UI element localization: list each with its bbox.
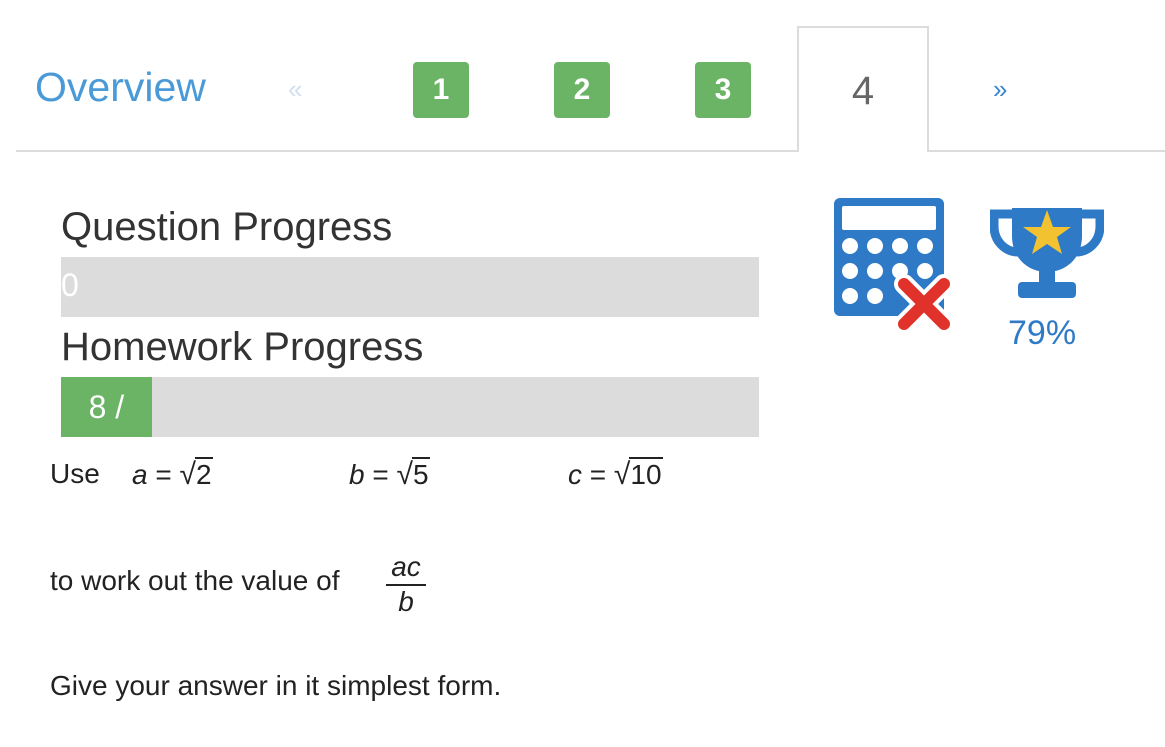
score-percentage: 79% — [1008, 314, 1077, 352]
fraction-ac-over-b: ac b — [386, 551, 426, 618]
variable-a: a — [132, 459, 148, 490]
previous-page-button[interactable]: « — [288, 74, 302, 105]
question-instruction: Give your answer in it simplest form. — [50, 670, 502, 701]
equals-a: = — [147, 459, 180, 490]
use-label: Use — [50, 458, 100, 489]
calculator-not-allowed-icon — [834, 198, 954, 334]
question-progress-label: Question Progress — [61, 205, 393, 249]
variable-b: b — [349, 459, 365, 490]
question-1-button[interactable]: 1 — [413, 62, 469, 118]
question-progress-value: 0 — [61, 267, 79, 303]
definition-a: a = √2 — [132, 457, 213, 492]
definition-c: c = √10 — [568, 457, 663, 492]
sqrt-symbol-icon: √ — [613, 458, 631, 491]
fraction-denominator: b — [398, 586, 414, 617]
trophy-icon — [990, 208, 1104, 298]
sqrt-symbol-icon: √ — [396, 458, 413, 491]
radicand-a: 2 — [194, 457, 213, 490]
overview-link[interactable]: Overview — [35, 64, 206, 111]
definition-b: b = √5 — [349, 457, 430, 492]
homework-progress-fill: 8 / — [61, 377, 152, 437]
tab-bar-divider — [16, 150, 1165, 152]
homework-progress-label: Homework Progress — [61, 325, 424, 369]
homework-progress-bar: 8 / — [61, 377, 759, 437]
fraction-numerator: ac — [386, 551, 426, 586]
equals-b: = — [364, 459, 397, 490]
sqrt-c: √10 — [613, 457, 663, 492]
sqrt-b: √5 — [396, 457, 430, 492]
question-prompt: to work out the value of — [50, 565, 340, 596]
next-page-button[interactable]: » — [993, 74, 1007, 105]
radicand-b: 5 — [411, 457, 430, 490]
sqrt-symbol-icon: √ — [179, 458, 196, 491]
equals-c: = — [582, 459, 614, 490]
sqrt-a: √2 — [179, 457, 213, 492]
question-2-button[interactable]: 2 — [554, 62, 610, 118]
question-3-button[interactable]: 3 — [695, 62, 751, 118]
radicand-c: 10 — [629, 457, 663, 490]
homework-progress-value: 8 / — [88, 388, 125, 425]
variable-c: c — [568, 459, 582, 490]
question-4-tab-active[interactable]: 4 — [797, 26, 929, 152]
question-progress-bar: 0 — [61, 257, 759, 317]
